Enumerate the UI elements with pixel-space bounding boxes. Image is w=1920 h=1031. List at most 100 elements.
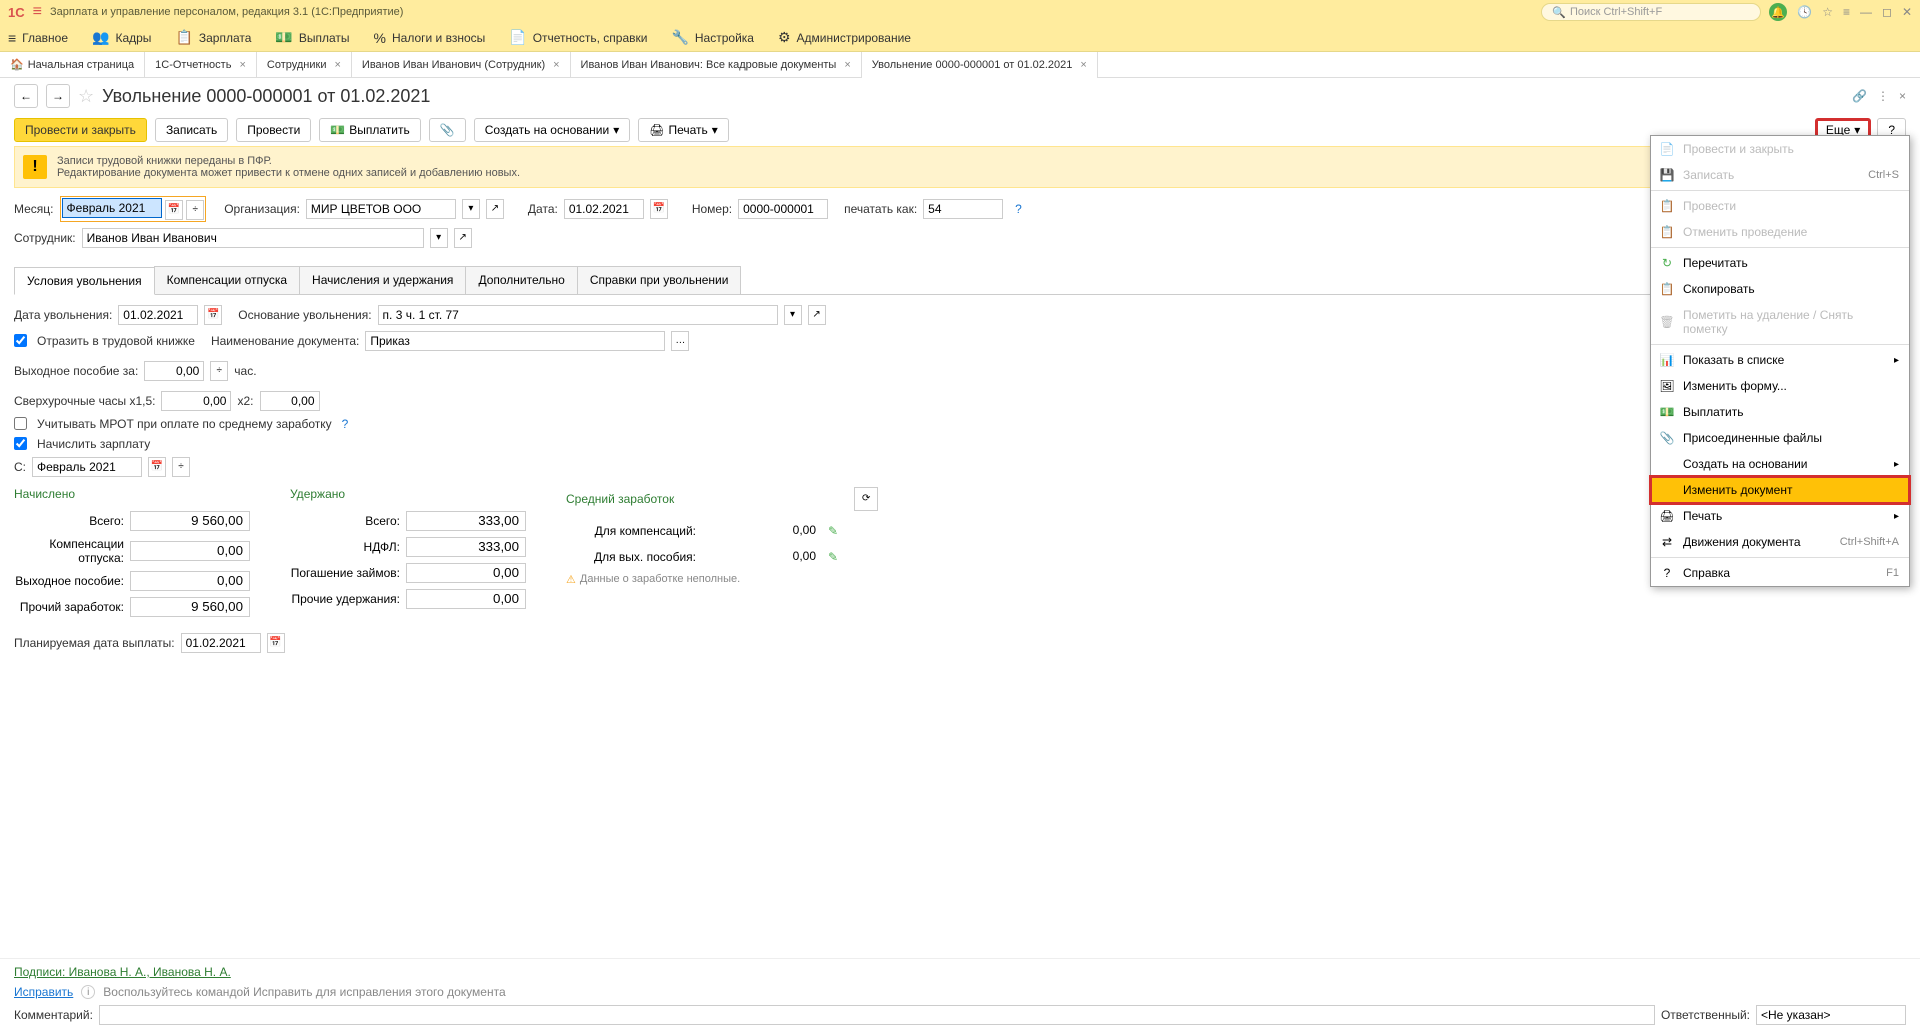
tab-employee-card[interactable]: Иванов Иван Иванович (Сотрудник)×: [352, 52, 571, 78]
tab-hr-docs[interactable]: Иванов Иван Иванович: Все кадровые докум…: [571, 52, 862, 78]
date-input[interactable]: [564, 199, 644, 219]
dropdown-item[interactable]: Изменить документ: [1651, 477, 1909, 503]
dropdown-item-label: Записать: [1683, 168, 1734, 182]
dropdown-item[interactable]: Создать на основании▸: [1651, 451, 1909, 477]
calendar-icon[interactable]: 📅: [165, 200, 183, 220]
print-as-input[interactable]: [923, 199, 1003, 219]
tab-accruals[interactable]: Начисления и удержания: [299, 266, 466, 294]
dropdown-icon[interactable]: ▾: [784, 305, 802, 325]
mrot-checkbox[interactable]: [14, 417, 27, 430]
minimize-icon[interactable]: —: [1860, 5, 1872, 19]
tab-home[interactable]: 🏠Начальная страница: [6, 52, 145, 78]
planned-date-input[interactable]: [181, 633, 261, 653]
menu-reports[interactable]: 📄Отчетность, справки: [509, 29, 647, 46]
dropdown-item[interactable]: ↻Перечитать: [1651, 250, 1909, 276]
tab-close-icon[interactable]: ×: [334, 59, 340, 71]
notifications-icon[interactable]: 🔔: [1769, 3, 1787, 21]
reflect-checkbox[interactable]: [14, 334, 27, 347]
favorites-icon[interactable]: ☆: [1822, 5, 1833, 19]
attach-button[interactable]: 📎: [429, 118, 466, 142]
tab-dismissal[interactable]: Увольнение 0000-000001 от 01.02.2021×: [862, 52, 1098, 78]
dropdown-item[interactable]: 📎Присоединенные файлы: [1651, 425, 1909, 451]
history-icon[interactable]: 🕓: [1797, 5, 1812, 19]
dropdown-item[interactable]: 💵Выплатить: [1651, 399, 1909, 425]
dropdown-item[interactable]: 🖨Печать▸: [1651, 503, 1909, 529]
create-based-button[interactable]: Создать на основании ▾: [474, 118, 631, 142]
dropdown-item[interactable]: ?СправкаF1: [1651, 560, 1909, 586]
fix-link[interactable]: Исправить: [14, 985, 73, 999]
overtime-input[interactable]: [161, 391, 231, 411]
doc-close-icon[interactable]: ×: [1899, 89, 1906, 103]
menu-payments[interactable]: 💵Выплаты: [275, 29, 349, 46]
menu-settings[interactable]: 🔧Настройка: [671, 29, 754, 46]
open-icon[interactable]: ↗: [486, 199, 504, 219]
dismissal-date-input[interactable]: [118, 305, 198, 325]
from-input[interactable]: [32, 457, 142, 477]
tab-employees[interactable]: Сотрудники ×: [257, 52, 352, 78]
tab-conditions[interactable]: Условия увольнения: [14, 267, 155, 295]
dropdown-item[interactable]: 📊Показать в списке▸: [1651, 347, 1909, 373]
main-hamburger-icon[interactable]: ≡: [33, 3, 42, 21]
severance-input[interactable]: [144, 361, 204, 381]
menu-admin[interactable]: ⚙Администрирование: [778, 29, 911, 46]
menu-main[interactable]: ≡Главное: [8, 30, 68, 46]
global-search-input[interactable]: 🔍 Поиск Ctrl+Shift+F: [1541, 3, 1761, 21]
comment-input[interactable]: [99, 1005, 1655, 1025]
pay-button[interactable]: 💵Выплатить: [319, 118, 420, 142]
edit-icon[interactable]: ✎: [828, 524, 838, 538]
help-icon[interactable]: ?: [342, 417, 349, 431]
employee-input[interactable]: [82, 228, 424, 248]
tab-close-icon[interactable]: ×: [844, 59, 850, 71]
calendar-icon[interactable]: 📅: [148, 457, 166, 477]
tab-reporting[interactable]: 1С-Отчетность×: [145, 52, 257, 78]
spinner-icon[interactable]: ÷: [172, 457, 190, 477]
dropdown-icon[interactable]: ▾: [430, 228, 448, 248]
dropdown-icon[interactable]: ▾: [462, 199, 480, 219]
menu-salary[interactable]: 📋Зарплата: [175, 29, 251, 46]
dropdown-item[interactable]: 📋Скопировать: [1651, 276, 1909, 302]
menu-taxes[interactable]: %Налоги и взносы: [374, 30, 486, 46]
tab-additional[interactable]: Дополнительно: [465, 266, 577, 294]
restore-icon[interactable]: ◻: [1882, 5, 1892, 19]
tab-close-icon[interactable]: ×: [239, 59, 245, 71]
signatures-link[interactable]: Подписи: Иванова Н. А., Иванова Н. А.: [14, 965, 231, 979]
post-close-button[interactable]: Провести и закрыть: [14, 118, 147, 142]
responsible-input[interactable]: [1756, 1005, 1906, 1025]
link-icon[interactable]: 🔗: [1852, 89, 1867, 103]
menu-icon[interactable]: ≡: [1843, 5, 1850, 19]
tab-label: Сотрудники: [267, 59, 327, 71]
tab-close-icon[interactable]: ×: [553, 59, 559, 71]
tab-close-icon[interactable]: ×: [1080, 59, 1086, 71]
save-button[interactable]: Записать: [155, 118, 228, 142]
post-button[interactable]: Провести: [236, 118, 311, 142]
favorite-star-icon[interactable]: ☆: [78, 86, 94, 107]
edit-icon[interactable]: ✎: [828, 550, 838, 564]
calendar-icon[interactable]: 📅: [267, 633, 285, 653]
open-icon[interactable]: ↗: [454, 228, 472, 248]
doc-name-input[interactable]: [365, 331, 665, 351]
nav-back-button[interactable]: ←: [14, 84, 38, 108]
tab-certificates[interactable]: Справки при увольнении: [577, 266, 742, 294]
open-icon[interactable]: ↗: [808, 305, 826, 325]
number-input[interactable]: [738, 199, 828, 219]
print-button[interactable]: 🖨Печать ▾: [638, 118, 729, 142]
nav-forward-button[interactable]: →: [46, 84, 70, 108]
calendar-icon[interactable]: 📅: [204, 305, 222, 325]
month-input[interactable]: [62, 198, 162, 218]
org-input[interactable]: [306, 199, 456, 219]
reason-input[interactable]: [378, 305, 778, 325]
tab-compensation[interactable]: Компенсации отпуска: [154, 266, 300, 294]
spinner-icon[interactable]: ÷: [186, 200, 204, 220]
menu-staff[interactable]: 👥Кадры: [92, 29, 151, 46]
calendar-icon[interactable]: 📅: [650, 199, 668, 219]
kebab-icon[interactable]: ⋮: [1877, 89, 1889, 103]
x2-input[interactable]: [260, 391, 320, 411]
dropdown-item[interactable]: 🖼Изменить форму...: [1651, 373, 1909, 399]
refresh-icon[interactable]: ⟳: [854, 487, 878, 511]
dropdown-item[interactable]: ⇄Движения документаCtrl+Shift+A: [1651, 529, 1909, 555]
spinner-icon[interactable]: ÷: [210, 361, 228, 381]
close-icon[interactable]: ✕: [1902, 5, 1912, 19]
help-icon[interactable]: ?: [1015, 202, 1022, 216]
accrue-checkbox[interactable]: [14, 437, 27, 450]
ellipsis-icon[interactable]: …: [671, 331, 689, 351]
